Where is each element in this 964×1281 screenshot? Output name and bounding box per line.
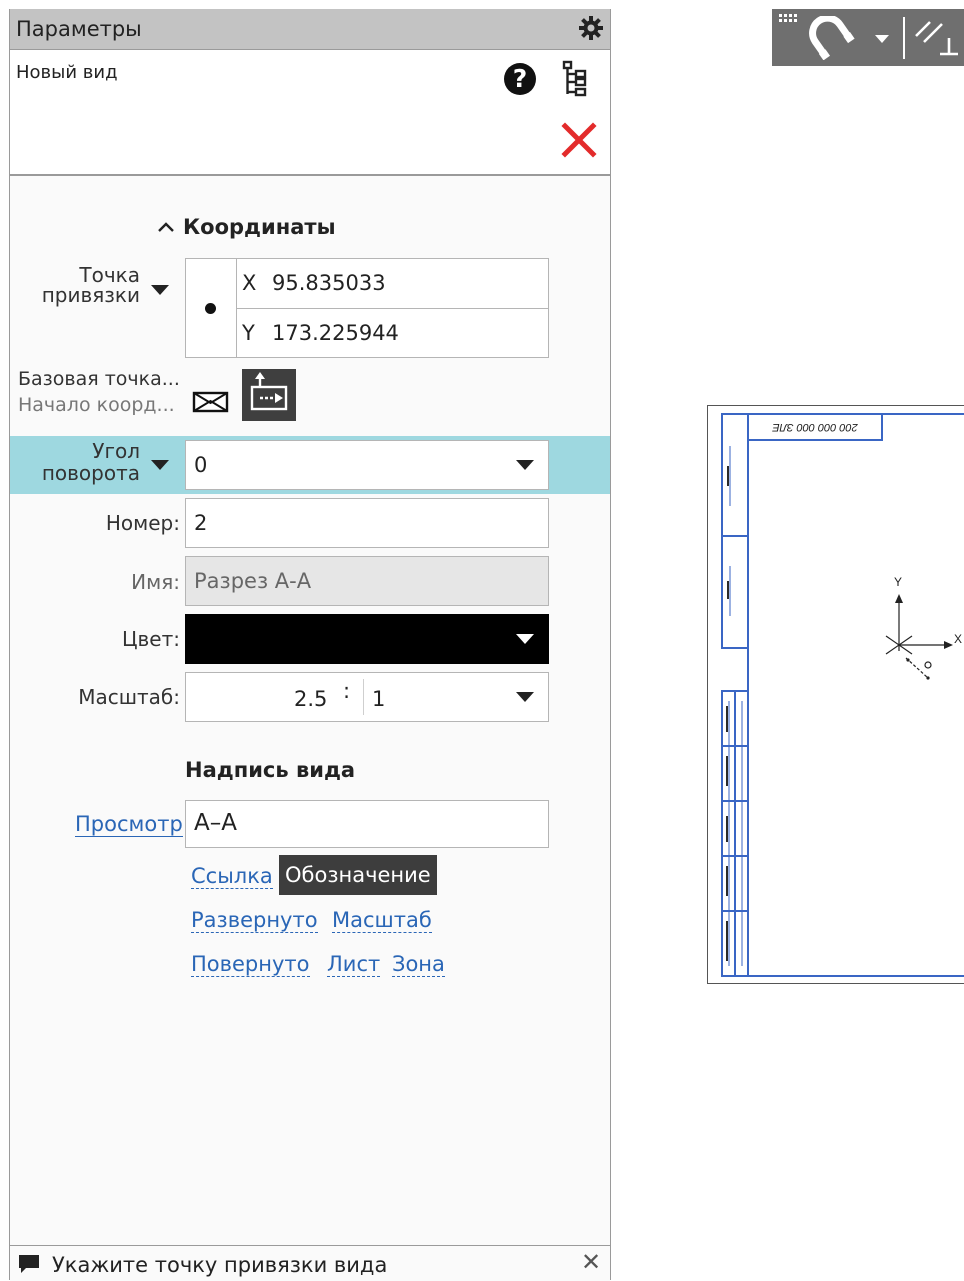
chevron-down-icon xyxy=(516,460,534,470)
tree-icon[interactable] xyxy=(562,60,592,98)
panel-header: Параметры xyxy=(10,9,610,50)
drawing-sheet[interactable]: 200 000 000 ЗЛЕ Y X xyxy=(707,405,964,984)
y-value: 173.225944 xyxy=(272,321,399,345)
preview-field[interactable]: А–А xyxy=(185,800,549,848)
angle-value: 0 xyxy=(194,453,208,477)
hint-text: Укажите точку привязки вида xyxy=(52,1253,388,1277)
link-designation[interactable]: Обозначение xyxy=(279,855,437,895)
angle-label: Угол xyxy=(92,439,140,463)
snap-toolbar xyxy=(772,9,964,66)
grip-icon[interactable] xyxy=(778,13,800,27)
anchor-dropdown-arrow[interactable] xyxy=(151,285,169,295)
message-icon xyxy=(19,1255,39,1273)
coordinates-section-title[interactable]: Координаты xyxy=(183,215,336,239)
chevron-down-icon xyxy=(516,634,534,644)
link-expanded[interactable]: Развернуто xyxy=(191,908,318,933)
toolbar-separator xyxy=(903,17,905,59)
point-dot-icon xyxy=(205,303,216,314)
view-name-area: Новый вид ? xyxy=(10,50,610,176)
gear-icon[interactable] xyxy=(578,15,604,41)
scale-label: Масштаб: xyxy=(78,685,180,709)
chevron-up-icon[interactable] xyxy=(157,221,175,233)
base-point-label: Базовая точка... xyxy=(18,368,180,390)
scale-separator: : xyxy=(343,679,351,703)
number-field[interactable]: 2 xyxy=(185,498,549,548)
scale-select[interactable]: 2.5 : 1 xyxy=(185,672,549,722)
y-coordinate-field[interactable]: Y 173.225944 xyxy=(236,308,549,358)
scale-numerator: 2.5 xyxy=(294,687,328,711)
origin-arrow-icon xyxy=(250,372,288,411)
axis-x-label: X xyxy=(954,632,962,646)
anchor-point-picker[interactable] xyxy=(185,258,237,358)
link-reference[interactable]: Ссылка xyxy=(191,864,273,889)
scale-divider xyxy=(363,679,364,715)
hint-bar: Укажите точку привязки вида ✕ xyxy=(10,1245,610,1281)
angle-mode-dropdown-arrow[interactable] xyxy=(151,460,169,470)
x-value: 95.835033 xyxy=(272,271,386,295)
color-label: Цвет: xyxy=(121,627,180,651)
link-scale[interactable]: Масштаб xyxy=(332,908,432,933)
drawing-frame: 200 000 000 ЗЛЕ Y X xyxy=(721,413,964,977)
hint-close-icon[interactable]: ✕ xyxy=(581,1248,601,1276)
angle-label-2: поворота xyxy=(41,461,140,485)
help-icon[interactable]: ? xyxy=(504,63,536,95)
base-point-envelope-icon[interactable] xyxy=(191,387,231,415)
snap-dropdown-arrow[interactable] xyxy=(875,35,889,43)
parameters-panel: Параметры Новый вид ? Координаты Точка п… xyxy=(9,9,611,1281)
x-coordinate-field[interactable]: X 95.835033 xyxy=(236,258,549,309)
view-name: Новый вид xyxy=(16,62,118,83)
link-rotated[interactable]: Повернуто xyxy=(191,952,310,977)
scale-denominator: 1 xyxy=(372,687,386,711)
inscription-section-title: Надпись вида xyxy=(185,758,356,782)
name-value: Разрез А-А xyxy=(194,569,312,593)
anchor-point-label: Точка xyxy=(79,263,140,287)
name-label: Имя: xyxy=(131,570,180,594)
axis-y-label: Y xyxy=(894,575,902,589)
origin-button[interactable] xyxy=(242,369,296,421)
y-label: Y xyxy=(242,321,255,345)
name-field: Разрез А-А xyxy=(185,556,549,606)
stamp-text: 200 000 000 ЗЛЕ xyxy=(772,421,859,433)
number-label: Номер: xyxy=(105,511,180,535)
preview-link[interactable]: Просмотр xyxy=(75,812,183,837)
link-sheet[interactable]: Лист xyxy=(327,952,381,977)
parallel-perpendicular-icon[interactable] xyxy=(912,16,962,60)
rotation-angle-select[interactable]: 0 xyxy=(185,440,549,490)
preview-value: А–А xyxy=(194,810,237,836)
origin-label: Начало коорд... xyxy=(18,394,175,416)
close-icon[interactable] xyxy=(561,122,597,158)
x-label: X xyxy=(242,271,257,295)
anchor-point-label-2: привязки xyxy=(41,283,140,307)
color-select[interactable] xyxy=(185,614,549,664)
rotation-angle-row: Угол поворота 0 xyxy=(10,436,610,494)
magnet-snap-icon[interactable] xyxy=(806,16,856,60)
panel-title: Параметры xyxy=(16,17,142,41)
chevron-down-icon xyxy=(516,692,534,702)
link-zone[interactable]: Зона xyxy=(392,952,445,977)
number-value: 2 xyxy=(194,511,208,535)
